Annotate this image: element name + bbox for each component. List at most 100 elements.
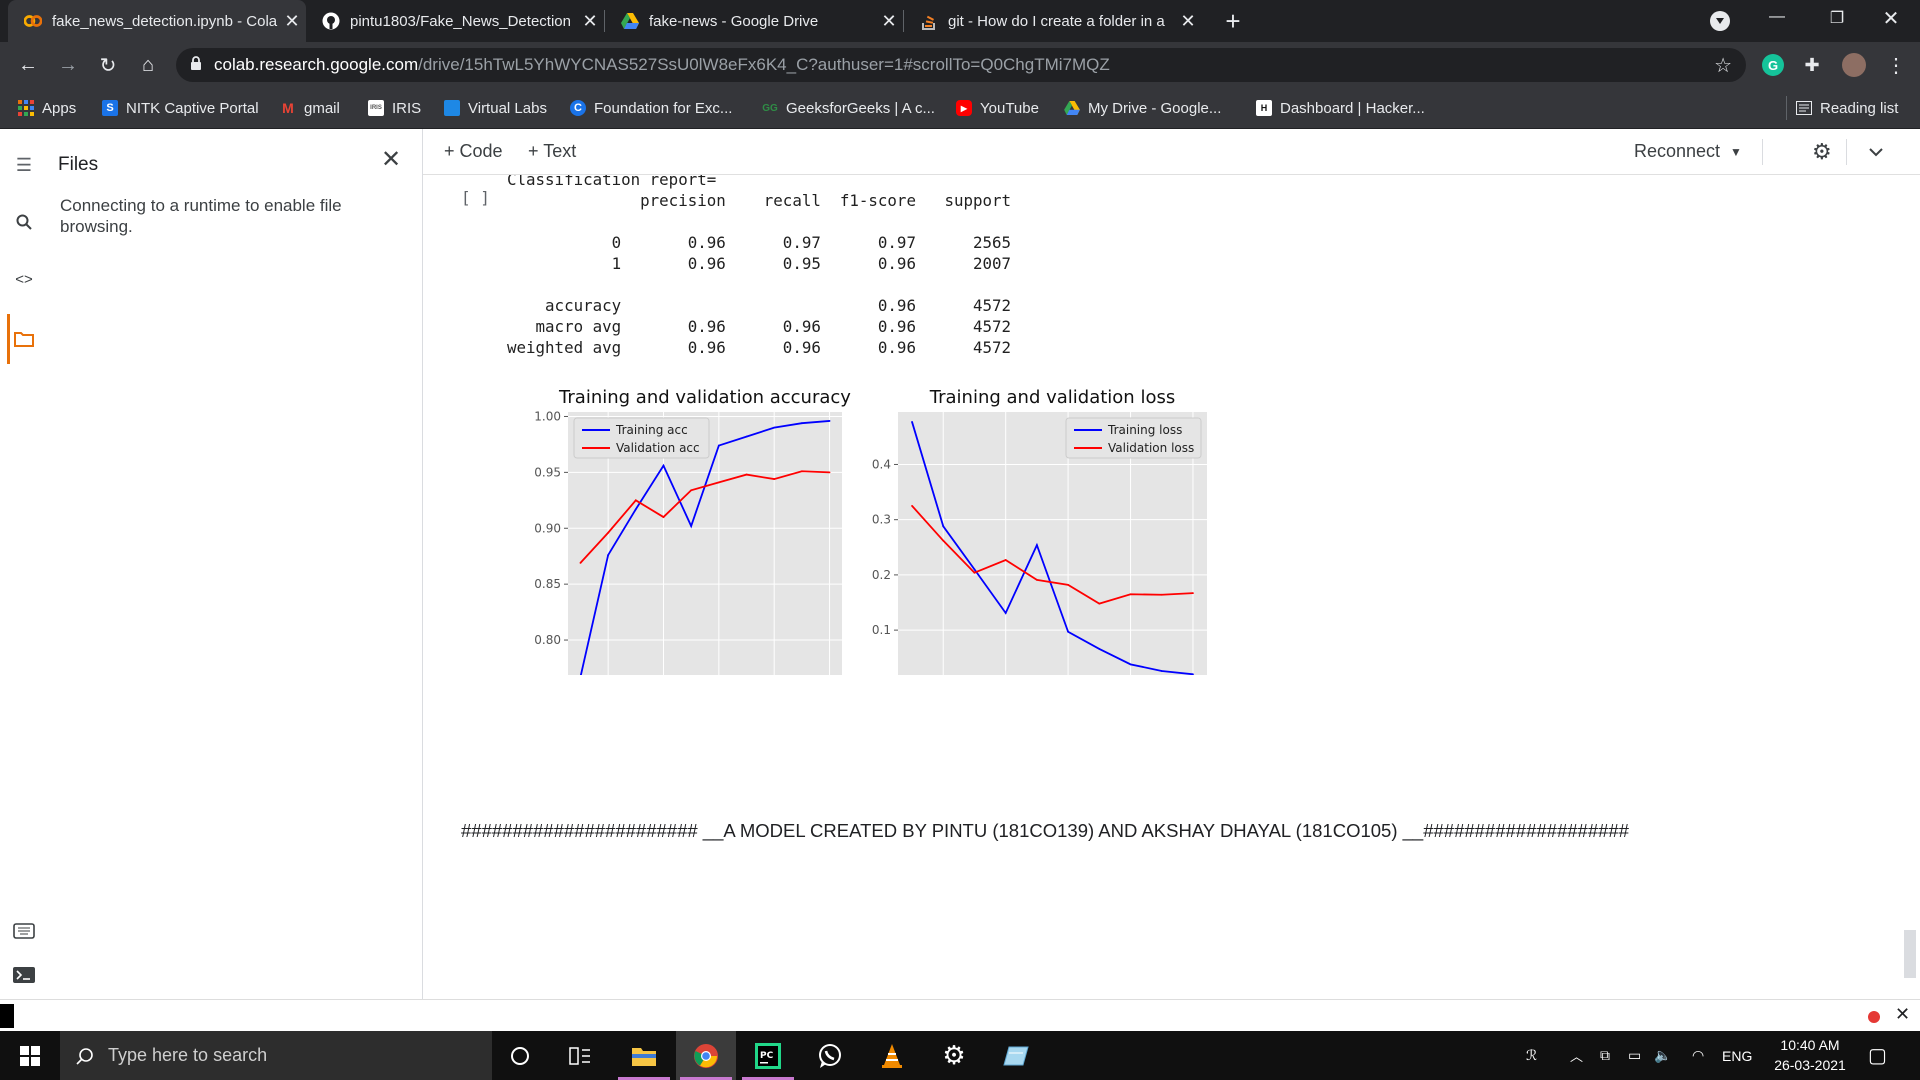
cortana-circle-icon xyxy=(511,1046,529,1065)
pycharm-app[interactable]: PC xyxy=(738,1031,798,1080)
forward-button[interactable]: → xyxy=(48,42,88,88)
whatsapp-app[interactable] xyxy=(800,1031,860,1080)
classification-report: Classification report= precision recall … xyxy=(507,175,1012,357)
close-icon: ✕ xyxy=(380,146,402,173)
minimize-window-button[interactable]: — xyxy=(1762,8,1792,32)
tab-stackoverflow[interactable]: git - How do I create a folder in a ✕ xyxy=(904,0,1202,42)
legend-label: Validation loss xyxy=(1108,441,1194,455)
bookmark-gmail[interactable]: Mgmail xyxy=(280,88,340,128)
reload-button[interactable]: ↻ xyxy=(88,42,128,88)
task-view-button[interactable] xyxy=(550,1031,610,1080)
gear-icon: ⚙ xyxy=(942,1040,966,1070)
bookmark-youtube[interactable]: ▶ YouTube xyxy=(956,88,1039,128)
notifications-button[interactable]: ▢ xyxy=(1868,1031,1887,1080)
add-text-cell-button[interactable]: + Text xyxy=(528,129,576,174)
tab-search-button[interactable] xyxy=(1710,11,1730,31)
command-palette-button[interactable] xyxy=(0,911,48,951)
language-indicator[interactable]: ENG xyxy=(1722,1031,1752,1080)
close-tab-icon[interactable]: ✕ xyxy=(278,11,306,32)
clock[interactable]: 10:40 AM 26-03-2021 xyxy=(1764,1035,1856,1075)
tab-github[interactable]: pintu1803/Fake_News_Detection ✕ xyxy=(306,0,604,42)
bookmark-apps[interactable]: Apps xyxy=(18,88,76,128)
bookmark-label: Apps xyxy=(42,99,77,117)
data-point xyxy=(745,473,748,476)
close-shelf-button[interactable]: ✕ xyxy=(1895,1004,1910,1025)
data-point xyxy=(1067,583,1070,586)
terminal-button[interactable] xyxy=(0,955,48,995)
close-panel-button[interactable]: ✕ xyxy=(376,145,406,175)
url-path: /drive/15hTwL5YhWYCNAS527SsU0lW8eFx6K4_C… xyxy=(418,55,1110,74)
add-code-cell-button[interactable]: + Code xyxy=(444,129,503,174)
tab-google-drive[interactable]: fake-news - Google Drive ✕ xyxy=(605,0,903,42)
meet-now-icon[interactable]: ⧉ xyxy=(1600,1031,1610,1080)
file-explorer-app[interactable] xyxy=(614,1031,674,1080)
scrollbar-thumb[interactable] xyxy=(1904,930,1916,978)
bookmark-iris[interactable]: IRIS IRIS xyxy=(368,88,421,128)
new-tab-button[interactable]: + xyxy=(1218,6,1248,36)
show-hidden-icons-button[interactable]: ︿ xyxy=(1570,1031,1583,1080)
back-button[interactable]: ← xyxy=(8,42,48,88)
grammarly-extension-icon[interactable]: G xyxy=(1762,54,1784,76)
collapse-header-button[interactable] xyxy=(1868,129,1884,174)
chrome-icon xyxy=(694,1043,718,1068)
data-point xyxy=(942,525,945,528)
data-point xyxy=(1035,578,1038,581)
restore-window-button[interactable]: ❐ xyxy=(1822,8,1852,32)
shelf-marker xyxy=(0,1004,14,1028)
profile-avatar[interactable] xyxy=(1842,53,1866,77)
data-point xyxy=(773,426,776,429)
wifi-icon[interactable]: ◠ xyxy=(1692,1031,1704,1080)
code-snippets-button[interactable]: <> xyxy=(0,259,48,299)
browser-toolbar: ← → ↻ ⌂ colab.research.google.com/drive/… xyxy=(0,42,1920,88)
vlc-app[interactable] xyxy=(862,1031,922,1080)
tab-colab-notebook[interactable]: fake_news_detection.ipynb - Cola ✕ xyxy=(8,0,306,42)
volume-icon[interactable]: 🔈 xyxy=(1654,1031,1671,1080)
runtime-dropdown-button[interactable]: ▼ xyxy=(1730,129,1742,174)
people-button[interactable]: ℛ xyxy=(1526,1031,1537,1080)
settings-app[interactable]: ⚙ xyxy=(924,1031,984,1080)
clock-date: 26-03-2021 xyxy=(1774,1057,1846,1073)
close-tab-icon[interactable]: ✕ xyxy=(1174,11,1202,32)
bookmark-virtual-labs[interactable]: Virtual Labs xyxy=(444,88,547,128)
add-text-label: + Text xyxy=(528,141,577,161)
bookmark-hackerrank[interactable]: H Dashboard | Hacker... xyxy=(1256,88,1425,128)
data-point xyxy=(1067,630,1070,633)
vlc-icon xyxy=(882,1043,902,1068)
bookmark-geeksforgeeks[interactable]: GG GeeksforGeeks | A c... xyxy=(762,88,935,128)
chrome-menu-icon[interactable]: ⋮ xyxy=(1876,42,1916,88)
drive-icon xyxy=(621,12,639,30)
bookmark-nitk-captive-portal[interactable]: S NITK Captive Portal xyxy=(102,88,259,128)
bookmark-star-icon[interactable]: ☆ xyxy=(1714,53,1732,78)
close-tab-icon[interactable]: ✕ xyxy=(875,11,903,32)
close-window-button[interactable]: ✕ xyxy=(1876,6,1906,30)
chrome-app[interactable] xyxy=(676,1031,736,1080)
bookmark-my-drive[interactable]: My Drive - Google... xyxy=(1064,88,1221,128)
recording-indicator xyxy=(1868,1011,1880,1023)
snipping-app[interactable] xyxy=(986,1031,1046,1080)
search-button[interactable] xyxy=(0,202,48,242)
data-point xyxy=(717,481,720,484)
bookmark-label: NITK Captive Portal xyxy=(126,99,259,117)
url-text: colab.research.google.com/drive/15hTwL5Y… xyxy=(214,55,1110,75)
settings-button[interactable]: ⚙ xyxy=(1812,129,1832,174)
taskbar-search-box[interactable]: Type here to search xyxy=(60,1031,492,1080)
run-cell-indicator[interactable]: [ ] xyxy=(461,188,490,207)
chart-title: Training and validation accuracy xyxy=(558,387,851,408)
files-panel-title: Files xyxy=(58,154,99,175)
runtime-message: Connecting to a runtime to enable file b… xyxy=(60,196,342,236)
reconnect-button[interactable]: Reconnect xyxy=(1634,129,1720,174)
cortana-button[interactable] xyxy=(490,1031,550,1080)
reading-list-button[interactable]: Reading list xyxy=(1796,88,1898,128)
start-button[interactable] xyxy=(0,1031,60,1080)
table-of-contents-button[interactable]: ☰ xyxy=(0,145,48,185)
bookmark-foundation[interactable]: C Foundation for Exc... xyxy=(570,88,732,128)
address-bar[interactable]: colab.research.google.com/drive/15hTwL5Y… xyxy=(176,48,1746,82)
extensions-puzzle-icon[interactable]: ✚ xyxy=(1792,42,1832,88)
home-button[interactable]: ⌂ xyxy=(128,42,168,88)
files-button[interactable] xyxy=(0,319,48,359)
battery-icon[interactable]: ▭ xyxy=(1628,1031,1641,1080)
close-tab-icon[interactable]: ✕ xyxy=(576,11,604,32)
data-point xyxy=(634,499,637,502)
gmail-icon: M xyxy=(282,100,294,116)
charts-figure: 2468100.800.850.900.951.00Training and v… xyxy=(534,387,1207,675)
